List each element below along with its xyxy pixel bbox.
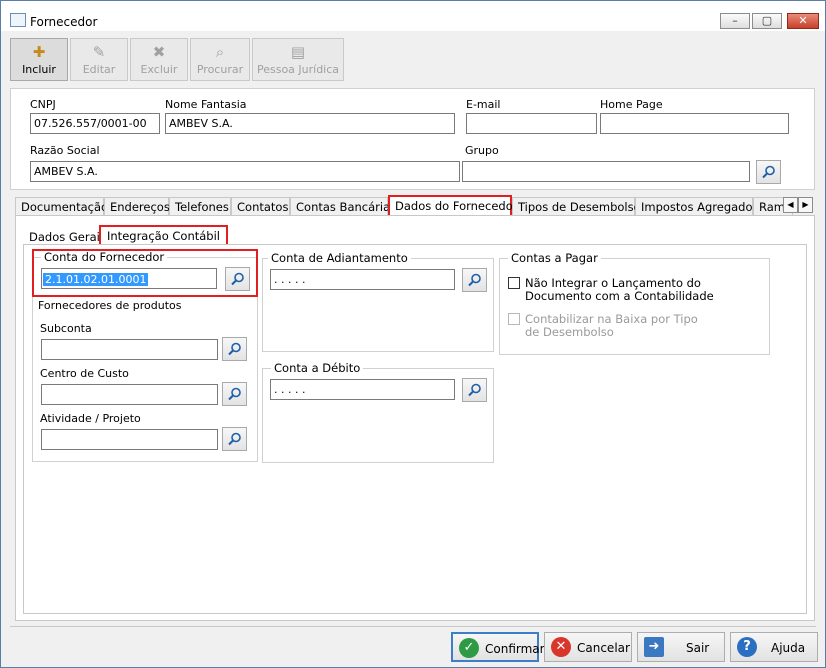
- procurar-button[interactable]: ⌕ Procurar: [190, 38, 250, 81]
- close-button[interactable]: ✕: [787, 13, 819, 29]
- tab-documentacao[interactable]: Documentação: [15, 197, 108, 215]
- procurar-label: Procurar: [196, 63, 244, 76]
- confirmar-button[interactable]: ✓ Confirmar: [451, 632, 545, 662]
- check-icon: ✓: [459, 638, 479, 658]
- editar-label: Editar: [82, 63, 116, 76]
- conta-debito-group: Conta a Débito . . . . .: [262, 361, 494, 463]
- search-icon: [228, 342, 241, 356]
- fornecedor-window: Fornecedor – ▢ ✕ ✚ Incluir ✎ Editar ✖ Ex…: [0, 0, 826, 668]
- contabilizar-baixa-checkbox[interactable]: [508, 313, 520, 325]
- contabilizar-baixa-label: Contabilizar na Baixa por Tipo de Desemb…: [525, 312, 698, 339]
- edit-doc-icon: ✎: [92, 43, 106, 61]
- email-field[interactable]: [466, 113, 597, 134]
- tab-scroll-left-icon[interactable]: ◀: [783, 197, 798, 213]
- nao-integrar-checkbox[interactable]: [508, 277, 520, 289]
- header-panel: CNPJ 07.526.557/0001-00 Nome Fantasia AM…: [10, 88, 815, 190]
- tab-enderecos[interactable]: Endereços: [104, 197, 170, 215]
- nome-fantasia-field[interactable]: AMBEV S.A.: [165, 113, 455, 134]
- cancelar-label: Cancelar: [577, 641, 630, 655]
- incluir-button[interactable]: ✚ Incluir: [10, 38, 68, 81]
- editar-button[interactable]: ✎ Editar: [70, 38, 128, 81]
- tab-contas-bancarias[interactable]: Contas Bancárias: [290, 197, 396, 215]
- window-title: Fornecedor: [30, 15, 98, 29]
- home-page-field[interactable]: [600, 113, 789, 134]
- tab-tipos-desembolso[interactable]: Tipos de Desembolso: [512, 197, 641, 215]
- conta-fornecedor-highlight: [32, 249, 258, 297]
- search-icon: [228, 432, 241, 446]
- tab-telefones[interactable]: Telefones: [169, 197, 231, 215]
- tab-impostos-agregados[interactable]: Impostos Agregados: [635, 197, 759, 215]
- subconta-search-button[interactable]: [222, 337, 247, 361]
- grupo-field[interactable]: [462, 161, 750, 182]
- centro-custo-search-button[interactable]: [222, 382, 247, 406]
- contas-pagar-group: Contas a Pagar Não Integrar o Lançamento…: [499, 251, 770, 355]
- search-doc-icon: ⌕: [215, 43, 225, 61]
- help-icon: ?: [737, 637, 757, 657]
- exit-door-icon: ➜: [644, 637, 664, 657]
- title-bar: Fornecedor – ▢ ✕: [1, 1, 825, 31]
- conta-adiantamento-search-button[interactable]: [462, 268, 487, 292]
- maximize-button[interactable]: ▢: [752, 13, 782, 29]
- bottom-separator: [10, 626, 816, 627]
- nome-fantasia-label: Nome Fantasia: [165, 98, 247, 111]
- centro-custo-field[interactable]: [41, 384, 218, 405]
- atividade-projeto-label: Atividade / Projeto: [40, 412, 141, 425]
- fornecedores-produtos-label: Fornecedores de produtos: [38, 299, 182, 312]
- conta-debito-title: Conta a Débito: [271, 361, 364, 375]
- pessoa-juridica-button[interactable]: ▤ Pessoa Jurídica: [252, 38, 344, 81]
- grupo-search-button[interactable]: [756, 160, 781, 184]
- tab-scroll-right-icon[interactable]: ▶: [798, 197, 813, 213]
- tab-contatos[interactable]: Contatos: [231, 197, 290, 215]
- conta-adiantamento-group: Conta de Adiantamento . . . . .: [262, 251, 494, 352]
- new-doc-icon: ✚: [32, 43, 46, 61]
- incluir-label: Incluir: [22, 63, 56, 76]
- subconta-label: Subconta: [40, 322, 92, 335]
- contas-pagar-title: Contas a Pagar: [508, 251, 601, 265]
- subconta-field[interactable]: [41, 339, 218, 360]
- minimize-button[interactable]: –: [720, 13, 750, 29]
- cnpj-field[interactable]: 07.526.557/0001-00: [30, 113, 160, 134]
- razao-social-label: Razão Social: [30, 144, 100, 157]
- app-icon: [10, 13, 26, 27]
- tab-dados-fornecedor[interactable]: Dados do Fornecedor: [388, 195, 517, 215]
- excluir-button[interactable]: ✖ Excluir: [130, 38, 188, 81]
- search-icon: [228, 387, 241, 401]
- ajuda-button[interactable]: ? Ajuda: [730, 632, 818, 662]
- confirmar-label: Confirmar: [485, 642, 545, 656]
- atividade-projeto-search-button[interactable]: [222, 427, 247, 451]
- pessoa-juridica-label: Pessoa Jurídica: [256, 63, 340, 76]
- conta-adiantamento-field[interactable]: . . . . .: [270, 269, 455, 290]
- search-icon: [468, 383, 481, 397]
- sair-label: Sair: [686, 641, 710, 655]
- razao-social-field[interactable]: AMBEV S.A.: [30, 161, 460, 182]
- email-label: E-mail: [466, 98, 501, 111]
- home-page-label: Home Page: [600, 98, 663, 111]
- centro-custo-label: Centro de Custo: [40, 367, 129, 380]
- conta-debito-field[interactable]: . . . . .: [270, 379, 455, 400]
- search-icon: [468, 273, 481, 287]
- conta-debito-search-button[interactable]: [462, 378, 487, 402]
- main-tabs: Documentação Endereços Telefones Contato…: [15, 195, 815, 215]
- sair-button[interactable]: ➜ Sair: [637, 632, 725, 662]
- id-card-icon: ▤: [290, 43, 306, 61]
- subtab-integracao-contabil[interactable]: Integração Contábil: [99, 225, 229, 245]
- integracao-contabil-page: Conta do Fornecedor 2.1.01.02.01.0001 Fo…: [23, 244, 807, 614]
- excluir-label: Excluir: [140, 63, 178, 76]
- atividade-projeto-field[interactable]: [41, 429, 218, 450]
- delete-doc-icon: ✖: [152, 43, 166, 61]
- cancel-icon: ✕: [551, 637, 571, 657]
- tab-scroll-arrows: ◀ ▶: [783, 197, 813, 213]
- nao-integrar-label: Não Integrar o Lançamento do Documento c…: [525, 276, 714, 303]
- ajuda-label: Ajuda: [771, 641, 806, 655]
- search-icon: [762, 165, 775, 179]
- grupo-label: Grupo: [465, 144, 499, 157]
- cnpj-label: CNPJ: [30, 98, 56, 111]
- cancelar-button[interactable]: ✕ Cancelar: [544, 632, 632, 662]
- conta-adiantamento-title: Conta de Adiantamento: [268, 251, 411, 265]
